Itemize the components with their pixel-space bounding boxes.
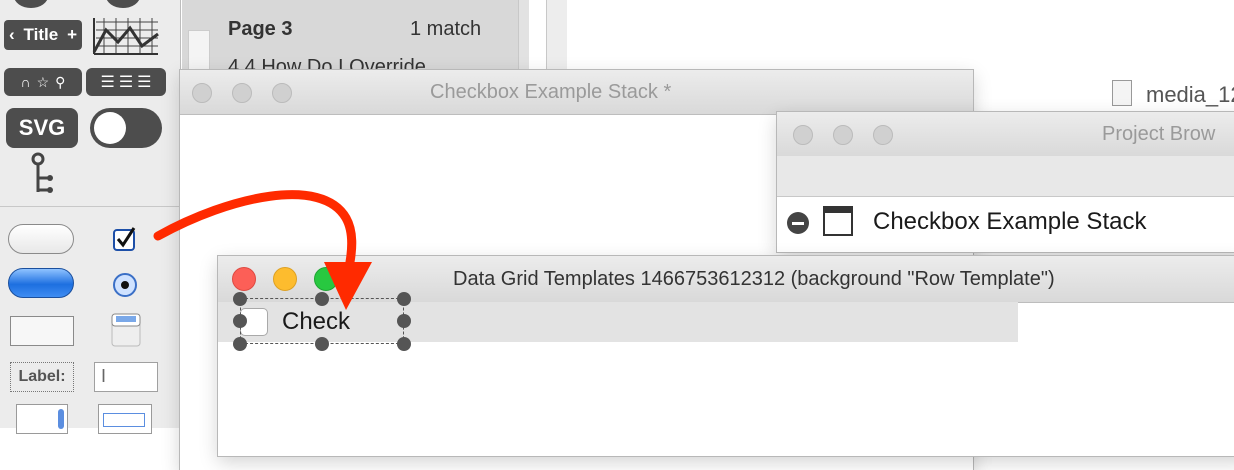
zoom-button[interactable] xyxy=(314,267,338,291)
headphones-icon: ∩ xyxy=(20,74,31,90)
window-titlebar[interactable]: Checkbox Example Stack * xyxy=(180,70,973,115)
rectangle-button-tool[interactable] xyxy=(10,316,74,346)
plus-icon: + xyxy=(67,25,77,44)
zoom-button[interactable] xyxy=(272,83,292,103)
table-grid-icon xyxy=(103,413,145,427)
window-title: Project Brow xyxy=(1102,123,1216,145)
chevron-left-icon: ‹ xyxy=(9,25,15,44)
checkbox-tool[interactable] xyxy=(112,226,138,252)
tree-icon xyxy=(31,152,53,193)
button-tool[interactable] xyxy=(8,224,74,254)
resize-handle-bottom-left[interactable] xyxy=(233,337,247,351)
resize-handle-top-middle[interactable] xyxy=(315,292,329,306)
stack-name: Checkbox Example Stack xyxy=(873,208,1147,235)
resize-handle-middle-right[interactable] xyxy=(397,314,411,328)
panel-scrollbar[interactable] xyxy=(546,0,567,80)
palette-divider xyxy=(0,206,180,207)
tree-view-tool[interactable] xyxy=(28,152,58,196)
line-graph-tool[interactable] xyxy=(92,16,160,56)
minimize-button[interactable] xyxy=(273,267,297,291)
collapse-icon[interactable] xyxy=(787,212,809,234)
resize-handle-bottom-right[interactable] xyxy=(397,337,411,351)
minimize-button[interactable] xyxy=(232,83,252,103)
text-entry-field-tool[interactable]: I xyxy=(94,362,158,392)
data-grid-templates-window[interactable]: Data Grid Templates 1466753612312 (backg… xyxy=(218,256,1234,456)
search-result-count: 1 match xyxy=(410,18,482,40)
resize-handle-middle-left[interactable] xyxy=(233,314,247,328)
close-button[interactable] xyxy=(192,83,212,103)
checkbox-checked-icon xyxy=(113,227,136,251)
switch-knob xyxy=(94,112,126,144)
align-icon-3: ☰ xyxy=(137,74,152,91)
header-bar-tool[interactable]: ∩ ☆ ⚲ xyxy=(4,68,82,96)
minimize-button[interactable] xyxy=(833,125,853,145)
star-icon: ☆ xyxy=(36,73,50,90)
switch-button-tool[interactable] xyxy=(90,108,162,148)
svg-widget-tool[interactable]: SVG xyxy=(6,108,78,148)
option-menu-tool[interactable] xyxy=(110,312,142,348)
radio-button-tool[interactable] xyxy=(112,272,138,298)
window-title: Checkbox Example Stack * xyxy=(430,81,672,103)
tools-palette: ‹ Title + ∩ ☆ ⚲ ☰ ☰ ☰ SVG Label: I xyxy=(0,0,181,434)
title-bar-tool[interactable]: ‹ Title + xyxy=(4,20,82,50)
default-button-tool[interactable] xyxy=(8,268,74,298)
project-browser-window[interactable]: Project Brow Checkbox Example Stack xyxy=(777,112,1234,252)
close-button[interactable] xyxy=(232,267,256,291)
file-label[interactable]: media_12 xyxy=(1146,82,1234,108)
resize-handle-top-left[interactable] xyxy=(233,292,247,306)
window-titlebar[interactable]: Data Grid Templates 1466753612312 (backg… xyxy=(218,256,1234,303)
align-icon-2: ☰ xyxy=(118,74,134,91)
radio-selected-icon xyxy=(113,273,137,297)
window-title: Data Grid Templates 1466753612312 (backg… xyxy=(453,268,1055,290)
search-icon: ⚲ xyxy=(55,73,66,90)
resize-handle-top-right[interactable] xyxy=(397,292,411,306)
line-graph-icon xyxy=(92,18,159,55)
resize-handle-bottom-middle[interactable] xyxy=(315,337,329,351)
align-icon-1: ☰ xyxy=(100,74,115,91)
option-menu-icon xyxy=(111,313,141,347)
label-field-tool[interactable]: Label: xyxy=(10,362,74,392)
stack-row[interactable]: Checkbox Example Stack xyxy=(777,198,1234,250)
search-result-page[interactable]: Page 3 xyxy=(228,18,292,41)
file-icon xyxy=(1112,80,1132,106)
title-tool-label: Title xyxy=(23,25,59,44)
zoom-button[interactable] xyxy=(873,125,893,145)
segmented-control-tool[interactable]: ☰ ☰ ☰ xyxy=(86,68,166,96)
table-field-tool[interactable] xyxy=(98,404,152,434)
window-titlebar[interactable]: Project Brow xyxy=(777,112,1234,157)
panel-divider xyxy=(518,0,529,80)
widget-icon-left[interactable] xyxy=(14,0,48,8)
close-button[interactable] xyxy=(793,125,813,145)
widget-icon-right[interactable] xyxy=(106,0,140,8)
stack-window-icon xyxy=(823,206,853,236)
scrolling-field-tool[interactable] xyxy=(16,404,68,434)
project-browser-toolbar xyxy=(777,156,1234,197)
scrollbar-icon xyxy=(58,409,64,429)
